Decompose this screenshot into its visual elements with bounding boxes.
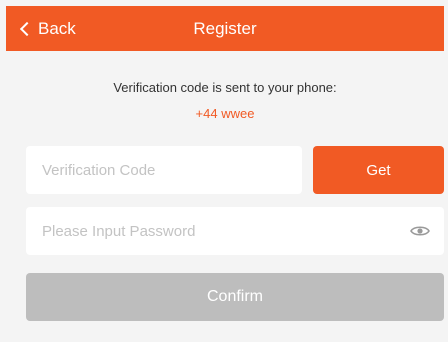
chevron-left-icon: [19, 21, 35, 37]
nav-bar: Back Register: [6, 6, 444, 51]
password-input[interactable]: [42, 207, 404, 255]
back-label: Back: [38, 18, 76, 38]
phone-number: +44 wwee: [195, 106, 255, 121]
password-field[interactable]: [26, 207, 444, 255]
get-code-button[interactable]: Get: [313, 146, 444, 194]
back-button[interactable]: Back: [19, 6, 76, 51]
verification-code-input[interactable]: [42, 146, 302, 194]
eye-icon[interactable]: [410, 224, 430, 238]
verification-code-field[interactable]: [26, 146, 302, 194]
confirm-button[interactable]: Confirm: [26, 273, 444, 321]
verification-message: Verification code is sent to your phone:: [113, 80, 337, 95]
